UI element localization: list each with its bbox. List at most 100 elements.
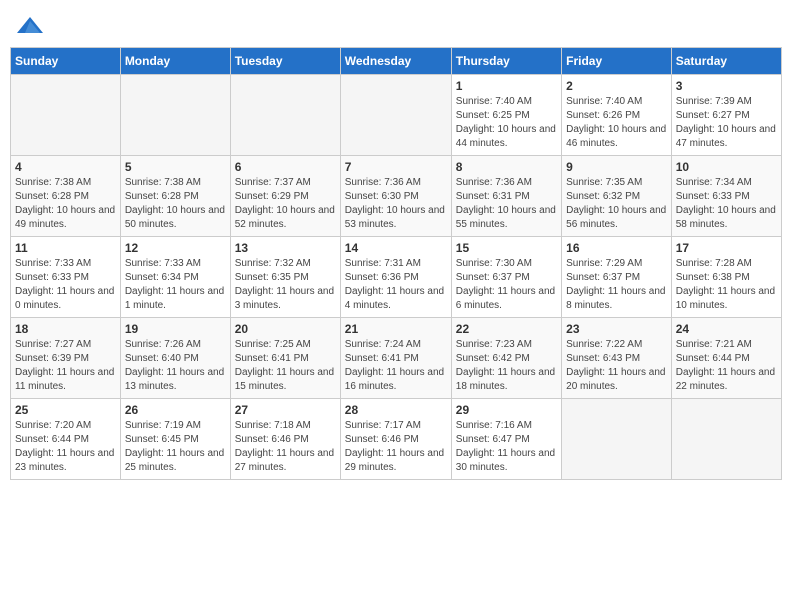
day-detail: Sunrise: 7:17 AMSunset: 6:46 PMDaylight:… [345, 419, 447, 475]
calendar-week-row: 1Sunrise: 7:40 AMSunset: 6:25 PMDaylight… [11, 75, 782, 156]
calendar-cell: 6 Sunrise: 7:37 AMSunset: 6:29 PMDaylight… [230, 156, 340, 237]
day-number: 28 [345, 403, 447, 417]
calendar-cell: 16 Sunrise: 7:29 AMSunset: 6:37 PMDayligh… [562, 237, 672, 318]
calendar-cell: 26 Sunrise: 7:19 AMSunset: 6:45 PMDayligh… [120, 399, 230, 480]
day-detail: Sunrise: 7:22 AMSunset: 6:43 PMDaylight:… [566, 338, 667, 394]
calendar-cell: 14 Sunrise: 7:31 AMSunset: 6:36 PMDayligh… [340, 237, 451, 318]
calendar-cell [562, 399, 672, 480]
calendar-cell: 28 Sunrise: 7:17 AMSunset: 6:46 PMDayligh… [340, 399, 451, 480]
day-detail: Sunrise: 7:16 AMSunset: 6:47 PMDaylight:… [456, 419, 557, 475]
day-number: 9 [566, 160, 667, 174]
calendar-cell: 20Sunrise: 7:25 AMSunset: 6:41 PMDayligh… [230, 318, 340, 399]
calendar-cell: 27 Sunrise: 7:18 AMSunset: 6:46 PMDayligh… [230, 399, 340, 480]
calendar-header-row: SundayMondayTuesdayWednesdayThursdayFrid… [11, 48, 782, 75]
calendar-day-header: Tuesday [230, 48, 340, 75]
day-detail: Sunrise: 7:39 AMSunset: 6:27 PMDaylight:… [676, 95, 777, 151]
calendar-cell: 25 Sunrise: 7:20 AMSunset: 6:44 PMDayligh… [11, 399, 121, 480]
logo-icon [15, 15, 45, 39]
calendar-day-header: Friday [562, 48, 672, 75]
day-detail: Sunrise: 7:18 AMSunset: 6:46 PMDaylight:… [235, 419, 336, 475]
calendar-cell: 1Sunrise: 7:40 AMSunset: 6:25 PMDaylight… [451, 75, 561, 156]
day-number: 14 [345, 241, 447, 255]
calendar-day-header: Sunday [11, 48, 121, 75]
day-detail: Sunrise: 7:21 AMSunset: 6:44 PMDaylight:… [676, 338, 777, 394]
calendar-cell: 9 Sunrise: 7:35 AMSunset: 6:32 PMDaylight… [562, 156, 672, 237]
day-detail: Sunrise: 7:32 AMSunset: 6:35 PMDaylight:… [235, 257, 336, 313]
day-detail: Sunrise: 7:34 AMSunset: 6:33 PMDaylight:… [676, 176, 777, 232]
calendar-cell: 22 Sunrise: 7:23 AMSunset: 6:42 PMDayligh… [451, 318, 561, 399]
calendar-table: SundayMondayTuesdayWednesdayThursdayFrid… [10, 47, 782, 480]
day-detail: Sunrise: 7:33 AMSunset: 6:34 PMDaylight:… [125, 257, 226, 313]
day-number: 23 [566, 322, 667, 336]
day-detail: Sunrise: 7:36 AMSunset: 6:31 PMDaylight:… [456, 176, 557, 232]
logo [15, 15, 49, 39]
calendar-day-header: Saturday [671, 48, 781, 75]
calendar-week-row: 4 Sunrise: 7:38 AMSunset: 6:28 PMDaylight… [11, 156, 782, 237]
day-number: 29 [456, 403, 557, 417]
day-detail: Sunrise: 7:25 AMSunset: 6:41 PMDaylight:… [235, 338, 336, 394]
day-number: 2 [566, 79, 667, 93]
day-number: 11 [15, 241, 116, 255]
calendar-cell [340, 75, 451, 156]
day-detail: Sunrise: 7:40 AMSunset: 6:25 PMDaylight:… [456, 95, 557, 151]
day-detail: Sunrise: 7:38 AMSunset: 6:28 PMDaylight:… [15, 176, 116, 232]
day-detail: Sunrise: 7:37 AMSunset: 6:29 PMDaylight:… [235, 176, 336, 232]
day-detail: Sunrise: 7:30 AMSunset: 6:37 PMDaylight:… [456, 257, 557, 313]
day-detail: Sunrise: 7:20 AMSunset: 6:44 PMDaylight:… [15, 419, 116, 475]
day-number: 4 [15, 160, 116, 174]
calendar-cell [120, 75, 230, 156]
day-number: 13 [235, 241, 336, 255]
day-number: 10 [676, 160, 777, 174]
calendar-cell: 21 Sunrise: 7:24 AMSunset: 6:41 PMDayligh… [340, 318, 451, 399]
calendar-cell: 15 Sunrise: 7:30 AMSunset: 6:37 PMDayligh… [451, 237, 561, 318]
calendar-cell [230, 75, 340, 156]
calendar-cell: 12 Sunrise: 7:33 AMSunset: 6:34 PMDayligh… [120, 237, 230, 318]
calendar-cell: 23 Sunrise: 7:22 AMSunset: 6:43 PMDayligh… [562, 318, 672, 399]
calendar-week-row: 11Sunrise: 7:33 AMSunset: 6:33 PMDayligh… [11, 237, 782, 318]
day-detail: Sunrise: 7:36 AMSunset: 6:30 PMDaylight:… [345, 176, 447, 232]
day-number: 19 [125, 322, 226, 336]
day-number: 17 [676, 241, 777, 255]
calendar-day-header: Monday [120, 48, 230, 75]
calendar-cell: 17 Sunrise: 7:28 AMSunset: 6:38 PMDayligh… [671, 237, 781, 318]
day-detail: Sunrise: 7:29 AMSunset: 6:37 PMDaylight:… [566, 257, 667, 313]
day-detail: Sunrise: 7:40 AMSunset: 6:26 PMDaylight:… [566, 95, 667, 151]
calendar-day-header: Thursday [451, 48, 561, 75]
day-number: 25 [15, 403, 116, 417]
day-detail: Sunrise: 7:35 AMSunset: 6:32 PMDaylight:… [566, 176, 667, 232]
day-number: 15 [456, 241, 557, 255]
calendar-cell: 5 Sunrise: 7:38 AMSunset: 6:28 PMDaylight… [120, 156, 230, 237]
calendar-week-row: 18Sunrise: 7:27 AMSunset: 6:39 PMDayligh… [11, 318, 782, 399]
day-number: 27 [235, 403, 336, 417]
day-detail: Sunrise: 7:23 AMSunset: 6:42 PMDaylight:… [456, 338, 557, 394]
calendar-cell: 10 Sunrise: 7:34 AMSunset: 6:33 PMDayligh… [671, 156, 781, 237]
day-number: 8 [456, 160, 557, 174]
day-number: 21 [345, 322, 447, 336]
calendar-cell: 29 Sunrise: 7:16 AMSunset: 6:47 PMDayligh… [451, 399, 561, 480]
calendar-cell: 7 Sunrise: 7:36 AMSunset: 6:30 PMDaylight… [340, 156, 451, 237]
day-number: 7 [345, 160, 447, 174]
day-number: 24 [676, 322, 777, 336]
calendar-cell: 18Sunrise: 7:27 AMSunset: 6:39 PMDayligh… [11, 318, 121, 399]
day-detail: Sunrise: 7:24 AMSunset: 6:41 PMDaylight:… [345, 338, 447, 394]
day-detail: Sunrise: 7:31 AMSunset: 6:36 PMDaylight:… [345, 257, 447, 313]
day-detail: Sunrise: 7:38 AMSunset: 6:28 PMDaylight:… [125, 176, 226, 232]
day-number: 5 [125, 160, 226, 174]
calendar-cell: 3Sunrise: 7:39 AMSunset: 6:27 PMDaylight… [671, 75, 781, 156]
day-number: 12 [125, 241, 226, 255]
calendar-cell: 13 Sunrise: 7:32 AMSunset: 6:35 PMDayligh… [230, 237, 340, 318]
day-number: 18 [15, 322, 116, 336]
calendar-cell: 24 Sunrise: 7:21 AMSunset: 6:44 PMDayligh… [671, 318, 781, 399]
page-header [10, 10, 782, 39]
day-detail: Sunrise: 7:19 AMSunset: 6:45 PMDaylight:… [125, 419, 226, 475]
calendar-cell: 4 Sunrise: 7:38 AMSunset: 6:28 PMDaylight… [11, 156, 121, 237]
day-number: 6 [235, 160, 336, 174]
day-number: 26 [125, 403, 226, 417]
calendar-day-header: Wednesday [340, 48, 451, 75]
day-number: 16 [566, 241, 667, 255]
day-number: 22 [456, 322, 557, 336]
calendar-cell: 8 Sunrise: 7:36 AMSunset: 6:31 PMDaylight… [451, 156, 561, 237]
calendar-cell: 19Sunrise: 7:26 AMSunset: 6:40 PMDayligh… [120, 318, 230, 399]
calendar-cell [671, 399, 781, 480]
day-detail: Sunrise: 7:28 AMSunset: 6:38 PMDaylight:… [676, 257, 777, 313]
